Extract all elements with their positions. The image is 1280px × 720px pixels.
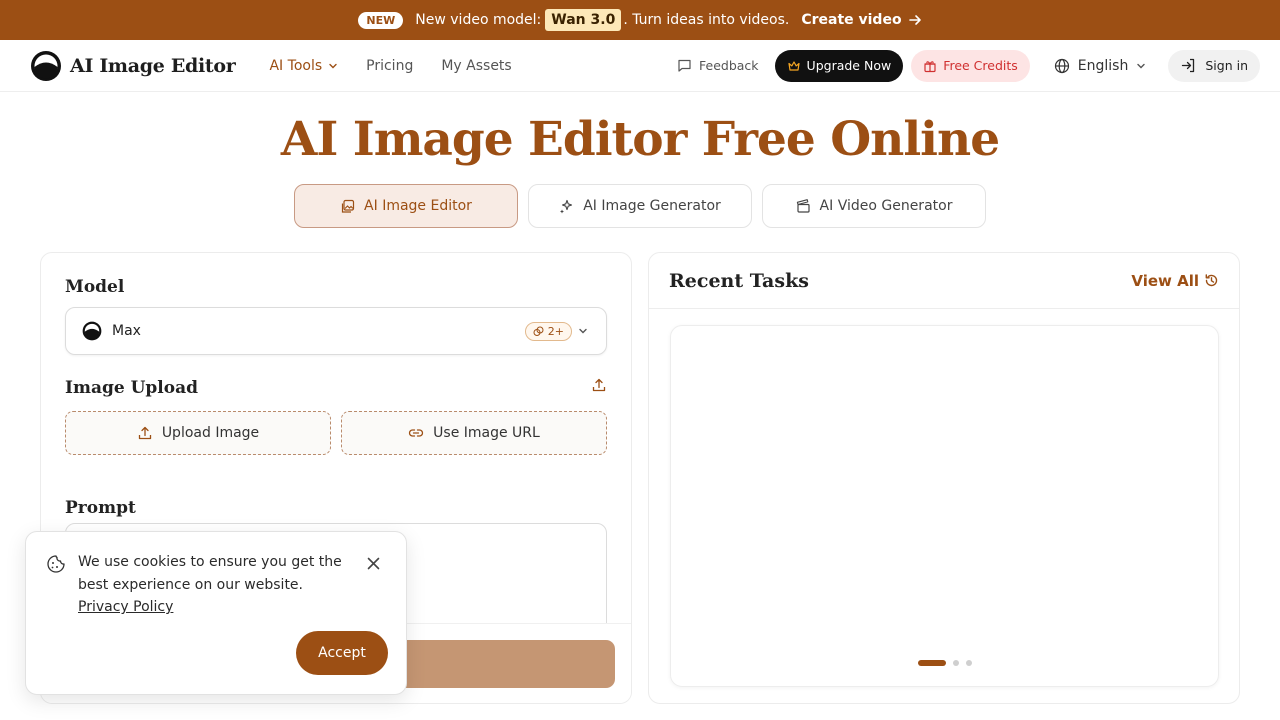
sign-in-label: Sign in <box>1205 58 1248 73</box>
create-video-link[interactable]: Create video <box>801 12 921 28</box>
globe-icon <box>1054 58 1069 73</box>
upload-image-label: Upload Image <box>161 425 260 441</box>
feedback-button[interactable]: Feedback <box>669 58 767 73</box>
banner-model-chip: Wan 3.0 <box>545 9 622 31</box>
crown-icon <box>787 60 800 71</box>
images-icon <box>341 199 355 213</box>
message-icon <box>678 59 691 72</box>
logo-text: AI Image Editor <box>70 54 236 77</box>
close-icon[interactable] <box>366 556 381 571</box>
tab-label: AI Video Generator <box>819 198 953 214</box>
language-label: English <box>1077 57 1129 74</box>
tab-ai-video-generator[interactable]: AI Video Generator <box>762 184 986 228</box>
prompt-label: Prompt <box>65 498 136 518</box>
upload-icon <box>592 378 606 392</box>
link-icon <box>409 429 424 437</box>
cookie-icon <box>47 555 65 573</box>
use-image-url-label: Use Image URL <box>433 425 540 441</box>
recent-tasks-panel: Recent Tasks View All <box>648 252 1240 704</box>
accept-cookies-button[interactable]: Accept <box>296 631 388 675</box>
recent-tasks-title: Recent Tasks <box>669 269 809 292</box>
nav-ai-tools[interactable]: AI Tools <box>269 58 338 74</box>
chevron-down-icon <box>1137 63 1146 68</box>
image-upload-label: Image Upload <box>65 378 198 398</box>
tab-ai-image-generator[interactable]: AI Image Generator <box>528 184 752 228</box>
clapperboard-icon <box>796 198 810 213</box>
banner-text-after: . Turn ideas into videos. <box>623 12 790 28</box>
recent-tasks-header: Recent Tasks View All <box>649 253 1239 309</box>
tab-label: AI Image Generator <box>583 198 721 214</box>
carousel-dot[interactable] <box>952 660 959 666</box>
use-image-url-button[interactable]: Use Image URL <box>341 411 607 455</box>
promo-banner: NEW New video model: Wan 3.0 . Turn idea… <box>0 0 1280 40</box>
cookie-banner: We use cookies to ensure you get the bes… <box>25 531 407 695</box>
gift-icon <box>924 60 936 72</box>
carousel-dot[interactable] <box>965 660 972 666</box>
nav-links: AI Tools Pricing My Assets <box>269 58 511 74</box>
cookie-text: We use cookies to ensure you get the bes… <box>78 551 348 619</box>
sign-in-icon <box>1182 58 1195 73</box>
carousel-dots <box>671 660 1218 666</box>
cookie-message: We use cookies to ensure you get the bes… <box>78 554 342 593</box>
nav-pricing[interactable]: Pricing <box>366 58 413 74</box>
model-cost: 2+ <box>547 324 564 338</box>
task-carousel-card <box>670 325 1219 687</box>
top-nav: AI Image Editor AI Tools Pricing My Asse… <box>0 40 1280 92</box>
view-all-label: View All <box>1131 271 1199 290</box>
arrow-right-icon <box>908 15 921 25</box>
upgrade-button[interactable]: Upgrade Now <box>774 49 904 82</box>
nav-my-assets[interactable]: My Assets <box>441 58 511 74</box>
model-label: Model <box>65 277 125 297</box>
upgrade-label: Upgrade Now <box>806 58 892 73</box>
page-title: AI Image Editor Free Online <box>280 112 1000 167</box>
upload-icon <box>138 426 151 440</box>
history-icon <box>1205 274 1218 287</box>
banner-text: New video model: <box>415 12 542 28</box>
model-cost-badge: 2+ <box>524 321 572 341</box>
sparkles-icon <box>560 199 573 213</box>
chevron-down-icon <box>329 63 337 68</box>
carousel-dot[interactable] <box>917 660 946 666</box>
tool-tabs: AI Image Editor AI Image Generator AI Vi… <box>294 184 986 228</box>
nav-actions: Feedback Upgrade Now Free Credits Englis… <box>669 49 1260 82</box>
feedback-label: Feedback <box>699 58 759 73</box>
privacy-policy-link[interactable]: Privacy Policy <box>78 599 173 615</box>
tab-label: AI Image Editor <box>364 198 472 214</box>
model-logo-icon <box>82 321 102 341</box>
logo-icon <box>31 50 61 81</box>
tab-ai-image-editor[interactable]: AI Image Editor <box>294 184 518 228</box>
language-selector[interactable]: English <box>1038 58 1161 74</box>
view-all-link[interactable]: View All <box>1131 272 1219 290</box>
logo[interactable]: AI Image Editor <box>30 50 236 82</box>
new-badge: NEW <box>358 11 404 29</box>
free-credits-button[interactable]: Free Credits <box>911 49 1030 82</box>
chevron-down-icon <box>579 328 587 334</box>
upload-image-button[interactable]: Upload Image <box>65 411 331 455</box>
upload-icon-button[interactable] <box>591 377 607 393</box>
sign-in-button[interactable]: Sign in <box>1168 49 1260 82</box>
create-video-label: Create video <box>801 12 902 28</box>
model-name: Max <box>112 323 141 339</box>
model-select[interactable]: Max 2+ <box>65 307 607 355</box>
free-credits-label: Free Credits <box>943 58 1018 73</box>
nav-ai-tools-label: AI Tools <box>269 57 323 74</box>
coin-icon <box>533 326 544 336</box>
